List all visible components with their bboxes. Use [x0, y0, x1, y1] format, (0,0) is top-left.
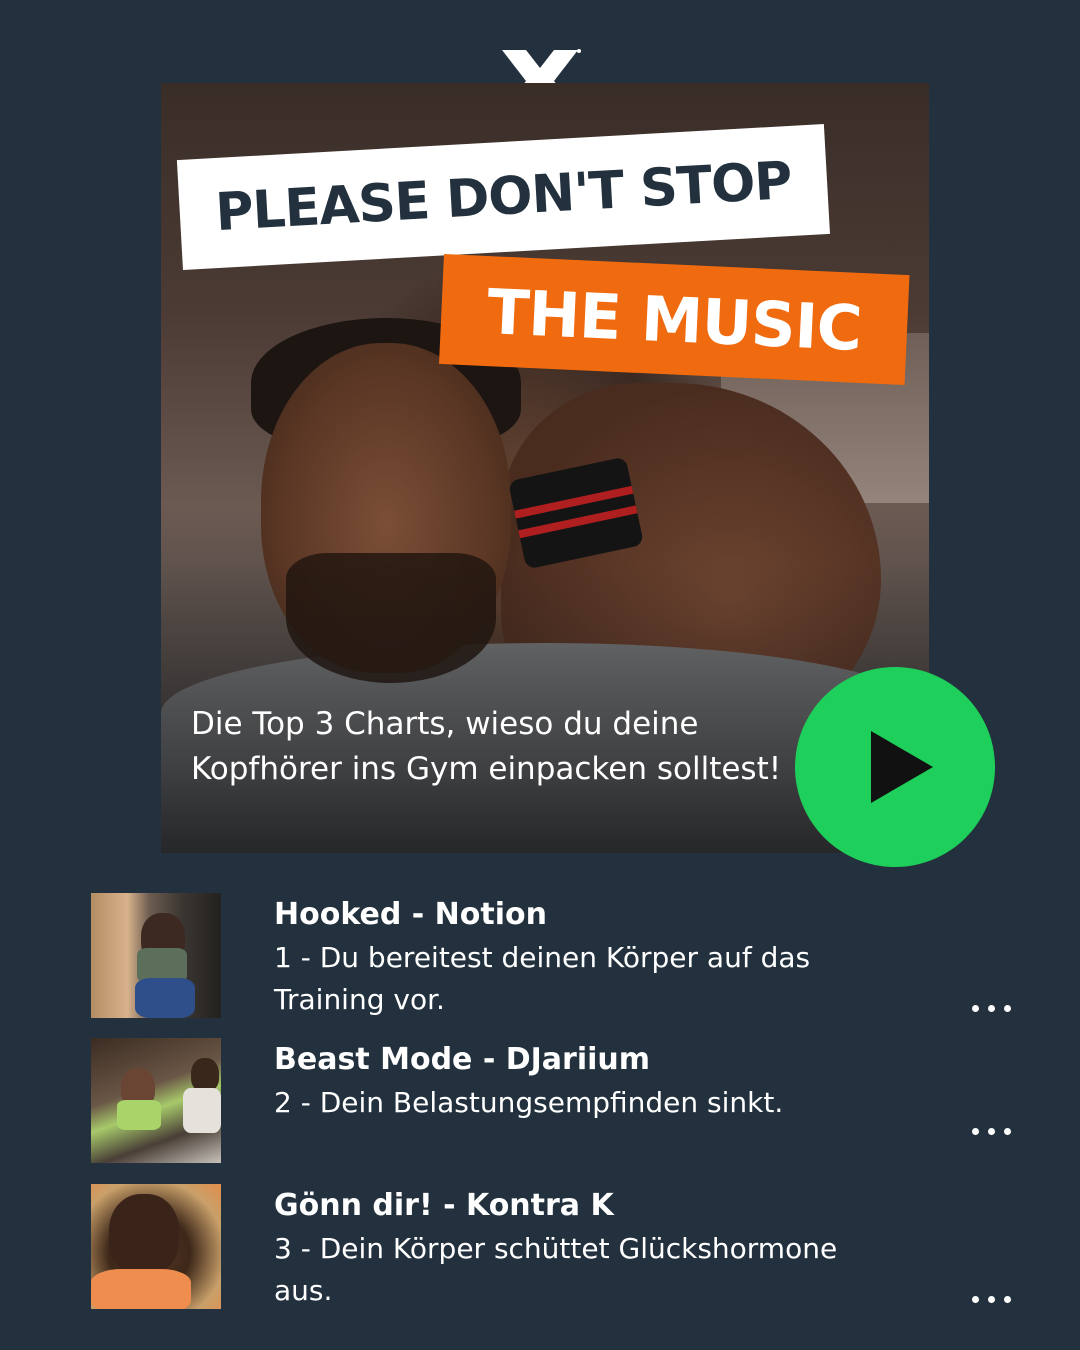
track-thumbnail	[91, 1038, 221, 1163]
track-description: 1 - Du bereitest deinen Körper auf das T…	[274, 941, 811, 1016]
list-item[interactable]: Beast Mode - DJariium 2 - Dein Belastung…	[91, 1038, 1021, 1163]
play-icon	[871, 731, 933, 803]
list-item[interactable]: Hooked - Notion 1 - Du bereitest deinen …	[91, 893, 1021, 1018]
headline-banner-bottom: THE MUSIC	[439, 254, 910, 386]
headline-line-2: THE MUSIC	[485, 274, 863, 365]
track-title: Hooked - Notion	[274, 897, 547, 932]
more-options-icon[interactable]	[961, 1284, 1021, 1314]
hero-caption: Die Top 3 Charts, wieso du deine Kopfhör…	[191, 706, 782, 787]
list-item[interactable]: Gönn dir! - Kontra K 3 - Dein Körper sch…	[91, 1184, 1021, 1309]
track-description: 2 - Dein Belastungsempfinden sinkt.	[274, 1086, 784, 1119]
more-options-icon[interactable]	[961, 993, 1021, 1023]
track-title: Gönn dir! - Kontra K	[274, 1188, 614, 1223]
track-thumbnail	[91, 893, 221, 1018]
more-options-icon[interactable]	[961, 1116, 1021, 1146]
play-button[interactable]	[795, 667, 995, 867]
track-title: Beast Mode - DJariium	[274, 1042, 651, 1077]
track-thumbnail	[91, 1184, 221, 1309]
headline-line-1: PLEASE DON'T STOP	[213, 150, 794, 244]
track-description: 3 - Dein Körper schüttet Glückshormone a…	[274, 1232, 838, 1307]
